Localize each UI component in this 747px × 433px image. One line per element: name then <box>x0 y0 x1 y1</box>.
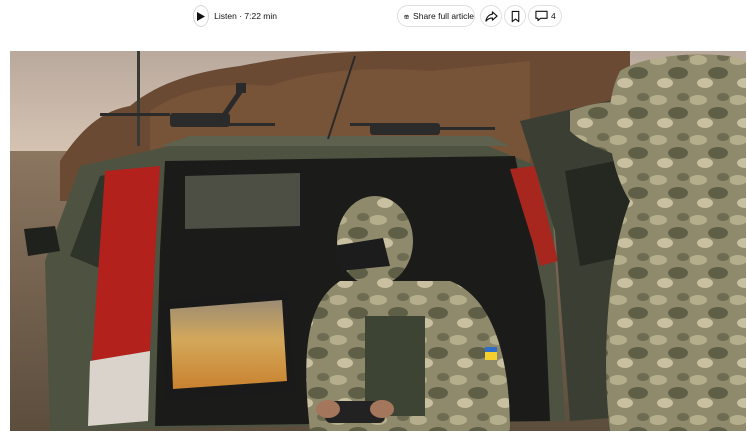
comments-button[interactable]: 4 <box>528 5 562 27</box>
photo-illustration <box>10 51 746 431</box>
share-arrow-icon <box>484 10 498 22</box>
share-label: Share full article <box>413 11 474 21</box>
article-toolbar: Listen · 7:22 min Share full article 4 <box>0 5 747 29</box>
share-article-button[interactable]: Share full article <box>397 5 475 27</box>
play-button[interactable] <box>193 5 210 27</box>
listen-label: Listen · 7:22 min <box>214 11 277 21</box>
play-icon <box>197 11 206 21</box>
bookmark-button[interactable] <box>504 5 526 27</box>
listen-button[interactable]: Listen · 7:22 min <box>193 5 277 27</box>
bookmark-icon <box>511 10 519 22</box>
gift-icon <box>404 14 409 19</box>
comment-count: 4 <box>551 11 556 21</box>
forward-share-button[interactable] <box>480 5 502 27</box>
article-photo <box>10 51 746 431</box>
comment-icon <box>535 10 548 22</box>
